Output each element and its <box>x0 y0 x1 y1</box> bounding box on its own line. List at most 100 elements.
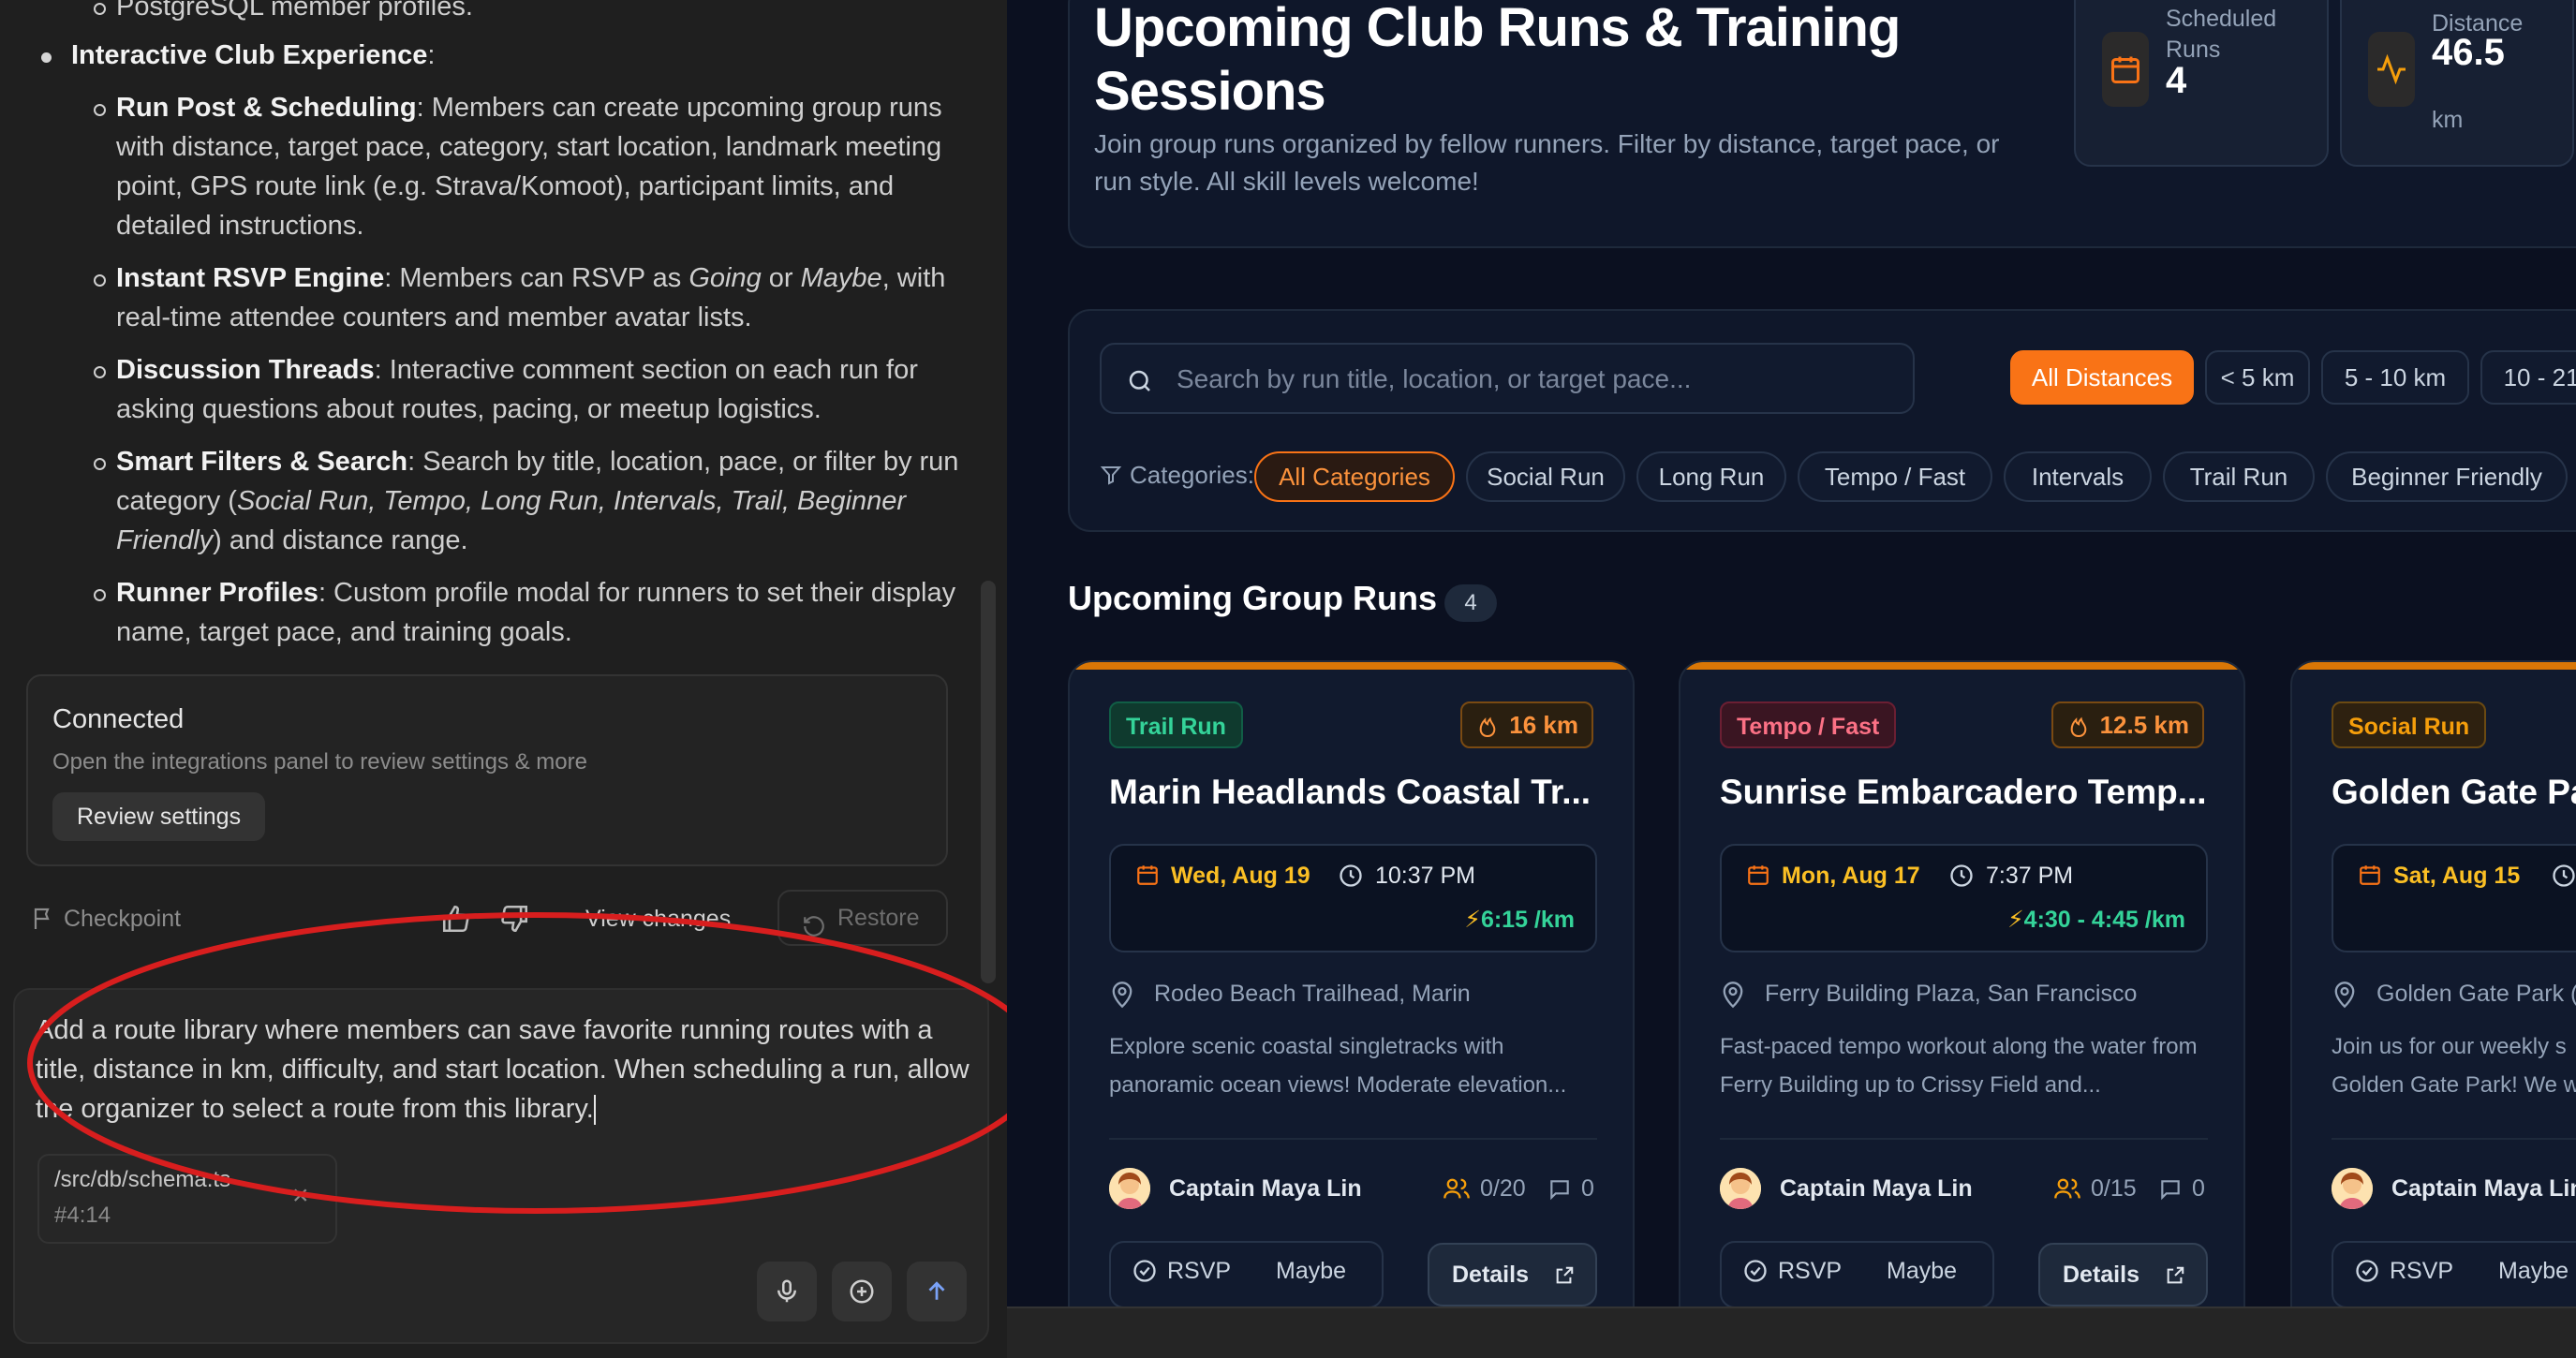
list-item: Discussion Threads: Interactive comment … <box>41 350 959 429</box>
stat-card-total-distance: Total Distance 46.5 km <box>2340 0 2574 167</box>
feature-text: Maybe <box>800 263 882 293</box>
check-circle-icon <box>2356 1260 2378 1282</box>
category-tempo[interactable]: Tempo / Fast <box>1798 451 1992 502</box>
organizer[interactable]: Captain Maya Lin <box>1720 1168 1973 1209</box>
stat-unit: km <box>2432 107 2464 133</box>
rsvp-going-button[interactable]: RSVP <box>1742 1258 1842 1285</box>
clock-icon <box>2553 864 2575 887</box>
calendar-icon <box>1137 865 1158 885</box>
microphone-button[interactable] <box>757 1262 817 1321</box>
comment-count: 0 <box>1547 1175 1594 1203</box>
rsvp-label: RSVP <box>2390 1258 2454 1284</box>
external-link-icon <box>1556 1266 1574 1284</box>
details-button[interactable]: Details <box>2038 1243 2208 1306</box>
rsvp-maybe-button[interactable]: Maybe <box>1887 1258 1957 1285</box>
feature-title: Runner Profiles <box>116 578 318 608</box>
run-card[interactable]: Trail Run 16 km Marin Headlands Coastal … <box>1068 660 1635 1306</box>
run-title[interactable]: Golden Gate Pa <box>2332 773 2576 812</box>
add-context-button[interactable] <box>832 1262 892 1321</box>
run-description: Join us for our weekly s Golden Gate Par… <box>2332 1034 2576 1098</box>
organizer[interactable]: Captain Maya Lin <box>1109 1168 1362 1209</box>
microphone-icon <box>777 1279 796 1303</box>
run-time: 10:37 PM <box>1338 863 1475 890</box>
flag-icon <box>32 907 54 937</box>
thumbs-up-icon[interactable] <box>440 903 472 941</box>
search-input[interactable] <box>1177 360 1888 399</box>
rsvp-going-button[interactable]: RSVP <box>2354 1258 2453 1285</box>
external-link-icon <box>2167 1266 2184 1284</box>
run-location-text: Rodeo Beach Trailhead, Marin <box>1154 981 1471 1007</box>
category-intervals[interactable]: Intervals <box>2004 451 2152 502</box>
rsvp-group: RSVP Maybe <box>1109 1241 1384 1306</box>
avatar <box>1109 1168 1150 1209</box>
run-pace-text: 6:15 /km <box>1480 907 1575 933</box>
distance-filter-under-5[interactable]: < 5 km <box>2205 350 2310 405</box>
run-location-text: Golden Gate Park ( <box>2376 981 2576 1007</box>
category-beginner-friendly[interactable]: Beginner Friendly <box>2326 451 2568 502</box>
stat-value: 46.5 <box>2432 32 2505 73</box>
checkpoint-row: Checkpoint View changes Restore <box>28 890 965 946</box>
search-box[interactable] <box>1100 343 1915 414</box>
distance-filter-5-10[interactable]: 5 - 10 km <box>2321 350 2469 405</box>
run-card[interactable]: Social Run Golden Gate Pa Sat, Aug 15 Go… <box>2290 660 2576 1306</box>
organizer[interactable]: Captain Maya Lin <box>2332 1168 2576 1209</box>
arrow-up-icon <box>928 1281 945 1300</box>
chat-scrollbar[interactable] <box>981 581 996 983</box>
run-time-text: 10:37 PM <box>1375 863 1476 889</box>
run-pace: ⚡4:30 - 4:45 /km <box>2007 906 2185 934</box>
distance-filter-10-21[interactable]: 10 - 21 km <box>2480 350 2576 405</box>
composer[interactable]: Add a route library where members can sa… <box>13 988 989 1344</box>
map-pin-icon <box>1723 982 1743 1009</box>
check-circle-icon <box>1744 1260 1767 1282</box>
composer-text[interactable]: Add a route library where members can sa… <box>36 1015 970 1124</box>
attendee-count-text: 0/20 <box>1480 1175 1526 1202</box>
composer-input[interactable]: Add a route library where members can sa… <box>36 1011 972 1129</box>
close-icon[interactable]: × <box>292 1180 309 1212</box>
schedule-box: Mon, Aug 17 7:37 PM ⚡4:30 - 4:45 /km <box>1720 844 2208 952</box>
run-pace: ⚡6:15 /km <box>1464 906 1575 934</box>
activity-icon <box>2368 32 2415 107</box>
run-title[interactable]: Sunrise Embarcadero Temp... <box>1720 773 2226 812</box>
feature-list: PostgreSQL member profiles. Interactive … <box>41 0 959 652</box>
send-button[interactable] <box>907 1262 967 1321</box>
lightning-icon: ⚡ <box>2007 907 2024 933</box>
restore-button[interactable]: Restore <box>777 890 948 946</box>
view-changes-button[interactable]: View changes <box>585 906 731 933</box>
message-icon <box>1550 1180 1569 1201</box>
comment-count-text: 0 <box>1581 1175 1594 1202</box>
file-context-chip[interactable]: /src/db/schema.ts #4:14 × <box>37 1154 337 1244</box>
organizer-name: Captain Maya Lin <box>2391 1175 2576 1202</box>
rsvp-going-button[interactable]: RSVP <box>1132 1258 1231 1285</box>
category-all[interactable]: All Categories <box>1254 451 1455 502</box>
rsvp-maybe-button[interactable]: Maybe <box>2498 1258 2569 1285</box>
thumbs-down-icon[interactable] <box>498 903 530 941</box>
category-social-run[interactable]: Social Run <box>1466 451 1625 502</box>
schedule-box: Wed, Aug 19 10:37 PM ⚡6:15 /km <box>1109 844 1597 952</box>
rsvp-label: RSVP <box>1778 1258 1843 1284</box>
details-button[interactable]: Details <box>1428 1243 1597 1306</box>
run-title[interactable]: Marin Headlands Coastal Tr... <box>1109 773 1615 812</box>
connected-subtitle: Open the integrations panel to review se… <box>52 749 587 775</box>
restore-label: Restore <box>837 905 920 931</box>
category-long-run[interactable]: Long Run <box>1636 451 1786 502</box>
run-date-text: Sat, Aug 15 <box>2393 863 2521 889</box>
feature-section-title: Interactive Club Experience <box>71 40 428 70</box>
comment-count-text: 0 <box>2192 1175 2205 1202</box>
card-accent-bar <box>2292 662 2576 670</box>
distance-filter-all[interactable]: All Distances <box>2010 350 2194 405</box>
category-trail-run[interactable]: Trail Run <box>2163 451 2315 502</box>
run-location: Ferry Building Plaza, San Francisco <box>1720 981 2137 1009</box>
category-badge: Trail Run <box>1109 701 1243 748</box>
run-card[interactable]: Tempo / Fast 12.5 km Sunrise Embarcadero… <box>1679 660 2245 1306</box>
run-time-text: 7:37 PM <box>1986 863 2074 889</box>
page-subtitle: Join group runs organized by fellow runn… <box>1094 129 2000 196</box>
file-path: /src/db/schema.ts <box>54 1167 231 1192</box>
flame-icon <box>1479 716 1496 738</box>
review-settings-button[interactable]: Review settings <box>52 792 266 841</box>
calendar-icon <box>2360 865 2380 885</box>
category-badge: Tempo / Fast <box>1720 701 1897 748</box>
list-item: Instant RSVP Engine: Members can RSVP as… <box>41 258 959 337</box>
file-line: #4:14 <box>54 1203 111 1228</box>
distance-value: 16 km <box>1509 711 1578 739</box>
rsvp-maybe-button[interactable]: Maybe <box>1276 1258 1346 1285</box>
